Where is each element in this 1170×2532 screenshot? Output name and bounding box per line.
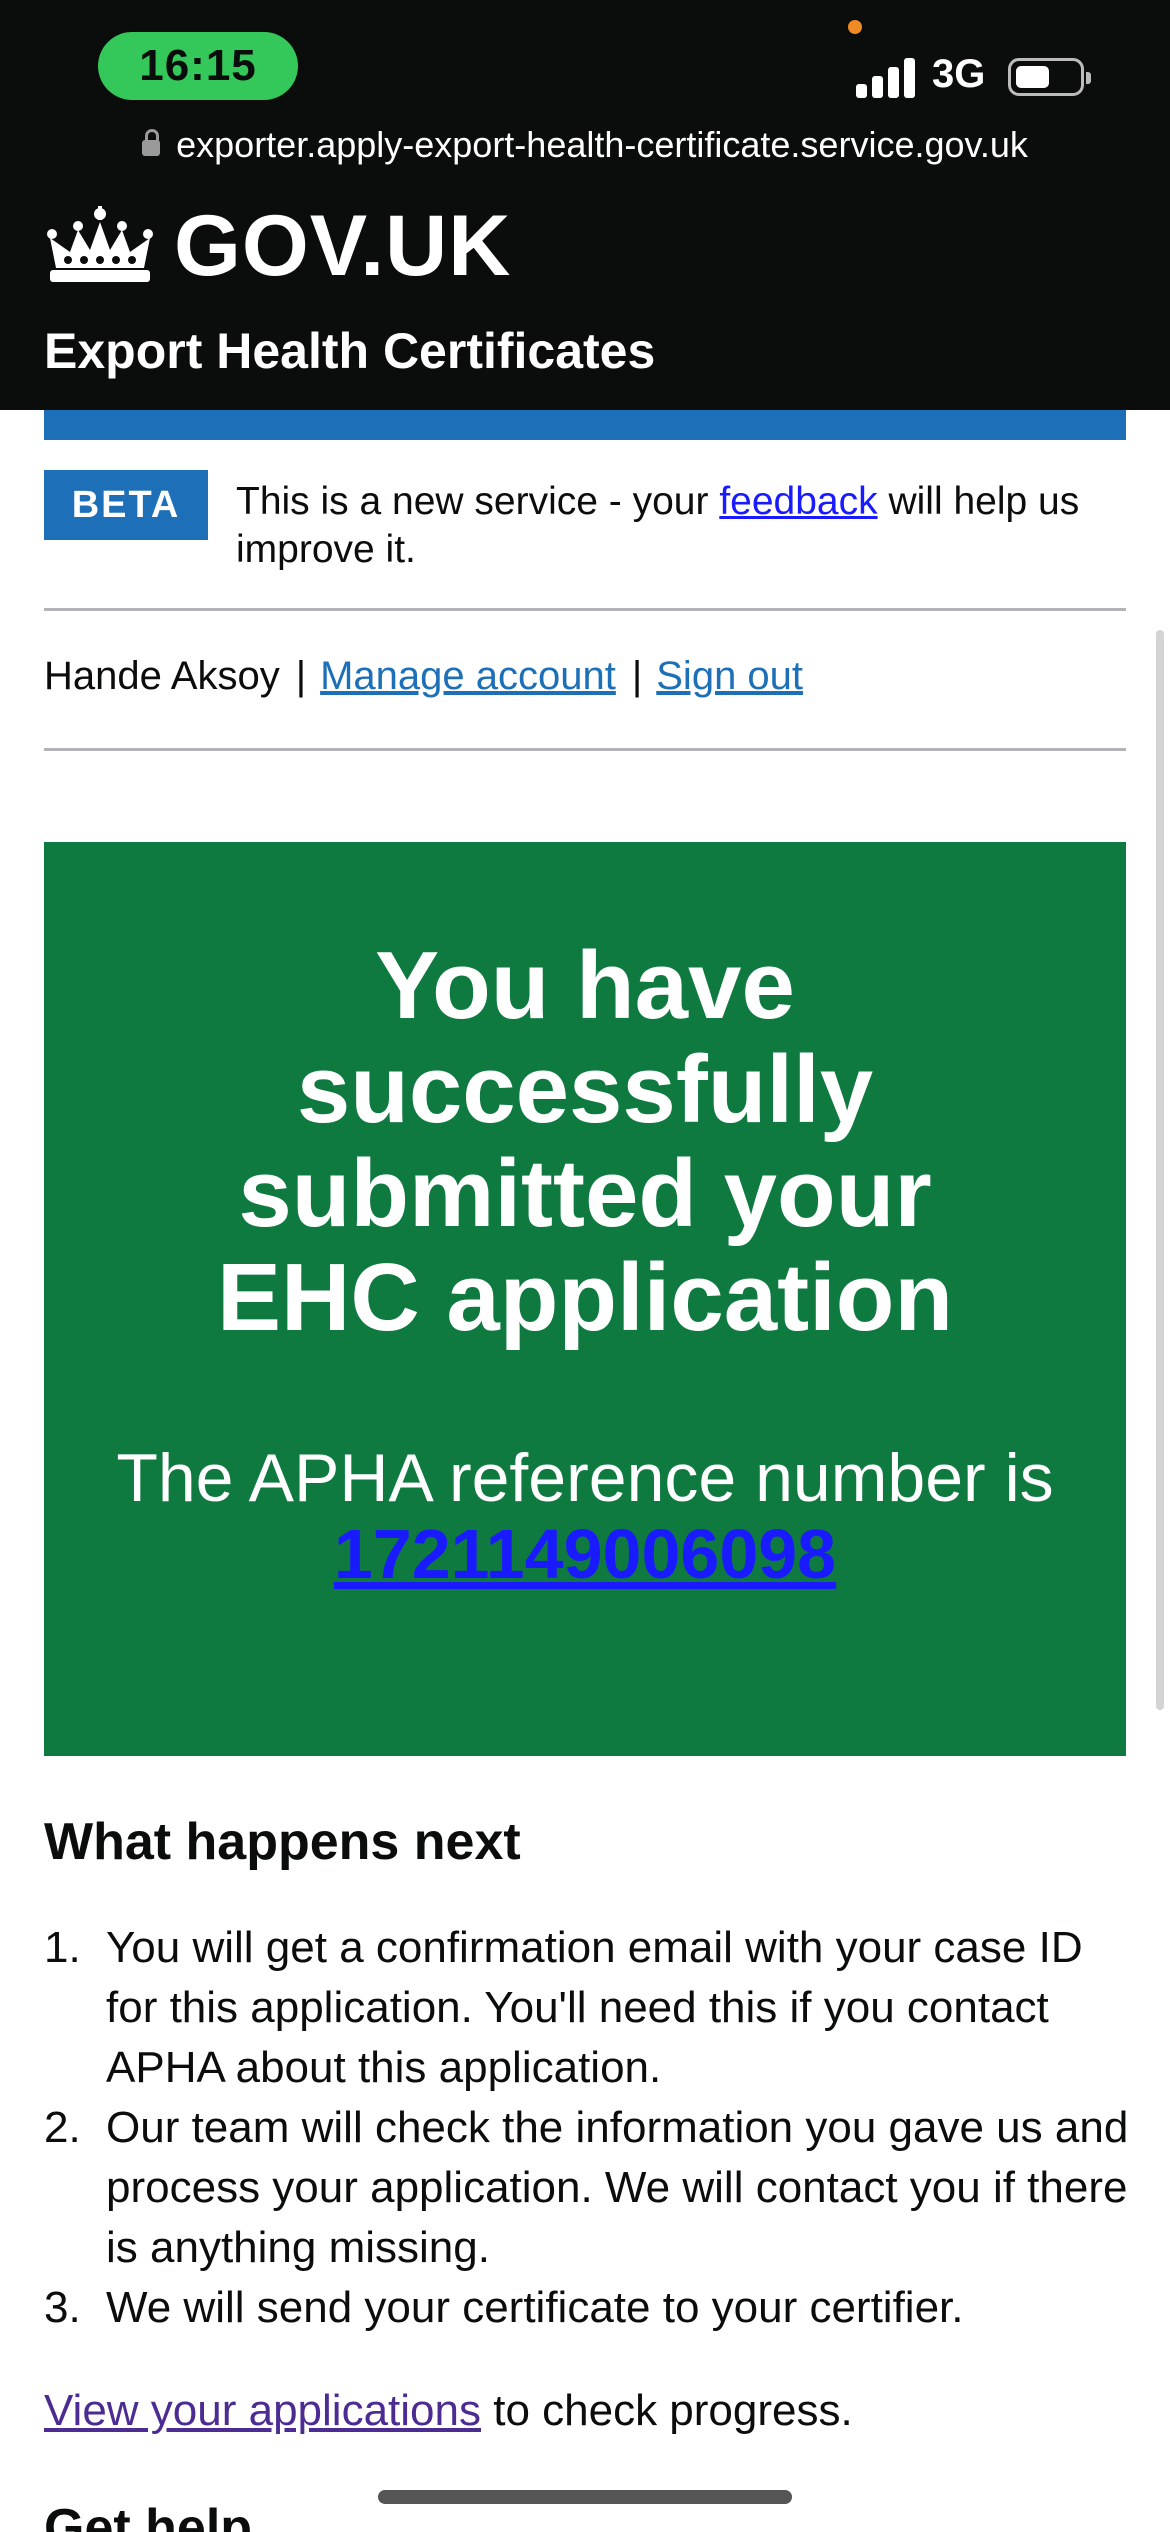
separator: | xyxy=(631,654,643,698)
service-name-link[interactable]: Export Health Certificates xyxy=(44,322,655,380)
account-nav: Hande Aksoy | Manage account | Sign out xyxy=(44,654,803,699)
view-applications-link[interactable]: View your applications xyxy=(44,2386,481,2435)
battery-icon xyxy=(1008,58,1091,96)
url-text: exporter.apply-export-health-certificate… xyxy=(176,124,1028,165)
lock-icon xyxy=(142,129,161,156)
get-help-heading: Get help xyxy=(44,2499,253,2532)
phase-text-before: This is a new service - your xyxy=(236,480,720,523)
scrollbar[interactable] xyxy=(1156,630,1164,1710)
crown-icon xyxy=(47,206,153,282)
beta-tag: BETA xyxy=(44,470,208,540)
list-text: We will send your certificate to your ce… xyxy=(106,2283,964,2332)
page: 16:15 3G exporter.apply-export-health-ce… xyxy=(0,0,1170,2532)
manage-account-link[interactable]: Manage account xyxy=(320,654,616,699)
status-time: 16:15 xyxy=(98,32,298,100)
list-number: 1. xyxy=(44,1923,81,1972)
separator: | xyxy=(295,654,307,698)
progress-suffix: to check progress. xyxy=(481,2386,853,2435)
list-item: 1. You will get a confirmation email with… xyxy=(44,1918,1134,2098)
divider xyxy=(44,748,1126,751)
panel-body-text: The APHA reference number is xyxy=(116,1440,1054,1516)
list-item: 2. Our team will check the information yo… xyxy=(44,2098,1134,2278)
divider xyxy=(44,608,1126,611)
list-text: Our team will check the information you … xyxy=(106,2103,1129,2272)
user-name: Hande Aksoy xyxy=(44,654,280,698)
next-steps-heading: What happens next xyxy=(44,1813,521,1871)
progress-text: View your applications to check progress… xyxy=(44,2386,853,2436)
govuk-logo-text: GOV.UK xyxy=(174,197,512,294)
list-text: You will get a confirmation email with y… xyxy=(106,1923,1083,2092)
govuk-logo-link[interactable]: GOV.UK xyxy=(44,196,511,296)
list-item: 3. We will send your certificate to your … xyxy=(44,2278,1134,2338)
panel-title: You have successfully submitted your EHC… xyxy=(216,932,954,1351)
feedback-link[interactable]: feedback xyxy=(719,480,877,523)
phase-banner-text: This is a new service - your feedback wi… xyxy=(236,478,1136,574)
list-number: 2. xyxy=(44,2103,81,2152)
list-number: 3. xyxy=(44,2283,81,2332)
panel-body: The APHA reference number is 17211490060… xyxy=(104,1440,1066,1592)
home-indicator[interactable] xyxy=(378,2490,792,2504)
header-blue-bar xyxy=(44,410,1126,440)
cellular-signal-icon xyxy=(856,56,916,98)
sign-out-link[interactable]: Sign out xyxy=(656,654,803,699)
address-bar[interactable]: exporter.apply-export-health-certificate… xyxy=(0,124,1170,166)
network-type: 3G xyxy=(932,52,986,96)
confirmation-panel: You have successfully submitted your EHC… xyxy=(44,842,1126,1756)
next-steps-list: 1. You will get a confirmation email with… xyxy=(44,1918,1134,2338)
reference-number-link[interactable]: 1721149006098 xyxy=(104,1516,1066,1592)
privacy-indicator-icon xyxy=(848,20,862,34)
